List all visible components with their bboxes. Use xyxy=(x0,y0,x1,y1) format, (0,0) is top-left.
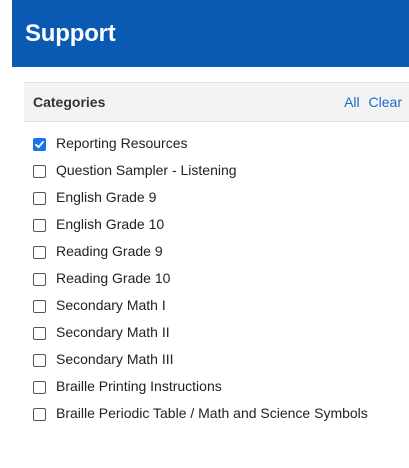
category-item[interactable]: Reading Grade 10 xyxy=(33,269,398,288)
category-label[interactable]: Braille Periodic Table / Math and Scienc… xyxy=(56,404,398,423)
category-item[interactable]: English Grade 9 xyxy=(33,188,398,207)
select-all-link[interactable]: All xyxy=(344,94,360,110)
checkmark-icon xyxy=(35,141,44,149)
category-label[interactable]: English Grade 9 xyxy=(56,188,398,207)
category-label[interactable]: Reporting Resources xyxy=(56,134,398,153)
clear-all-link[interactable]: Clear xyxy=(369,94,402,110)
categories-actions: All Clear xyxy=(344,94,402,110)
category-item[interactable]: English Grade 10 xyxy=(33,215,398,234)
category-checkbox[interactable] xyxy=(33,327,46,340)
category-checkbox[interactable] xyxy=(33,219,46,232)
page-header: Support xyxy=(12,0,409,67)
page-title: Support xyxy=(25,20,116,47)
category-checkbox[interactable] xyxy=(33,273,46,286)
category-checkbox[interactable] xyxy=(33,381,46,394)
category-item[interactable]: Secondary Math III xyxy=(33,350,398,369)
category-label[interactable]: Reading Grade 10 xyxy=(56,269,398,288)
categories-panel: Categories All Clear Reporting Resources… xyxy=(24,82,409,468)
category-checkbox-checked[interactable] xyxy=(33,138,46,151)
category-item[interactable]: Question Sampler - Listening xyxy=(33,161,398,180)
category-label[interactable]: Braille Printing Instructions xyxy=(56,377,398,396)
category-label[interactable]: English Grade 10 xyxy=(56,215,398,234)
category-checkbox[interactable] xyxy=(33,165,46,178)
category-item[interactable]: Braille Printing Instructions xyxy=(33,377,398,396)
category-label[interactable]: Secondary Math III xyxy=(56,350,398,369)
category-checkbox[interactable] xyxy=(33,246,46,259)
category-item[interactable]: Secondary Math II xyxy=(33,323,398,342)
category-checkbox[interactable] xyxy=(33,300,46,313)
category-label[interactable]: Reading Grade 9 xyxy=(56,242,398,261)
category-checkbox[interactable] xyxy=(33,354,46,367)
category-checkbox[interactable] xyxy=(33,192,46,205)
category-item[interactable]: Braille Periodic Table / Math and Scienc… xyxy=(33,404,398,423)
categories-title: Categories xyxy=(33,94,106,110)
category-item[interactable]: Reporting Resources xyxy=(33,134,398,153)
categories-panel-header: Categories All Clear xyxy=(24,82,409,122)
category-label[interactable]: Question Sampler - Listening xyxy=(56,161,398,180)
category-checkbox[interactable] xyxy=(33,408,46,421)
category-label[interactable]: Secondary Math I xyxy=(56,296,398,315)
category-label[interactable]: Secondary Math II xyxy=(56,323,398,342)
category-list: Reporting Resources Question Sampler - Li… xyxy=(33,134,398,431)
category-item[interactable]: Secondary Math I xyxy=(33,296,398,315)
category-item[interactable]: Reading Grade 9 xyxy=(33,242,398,261)
